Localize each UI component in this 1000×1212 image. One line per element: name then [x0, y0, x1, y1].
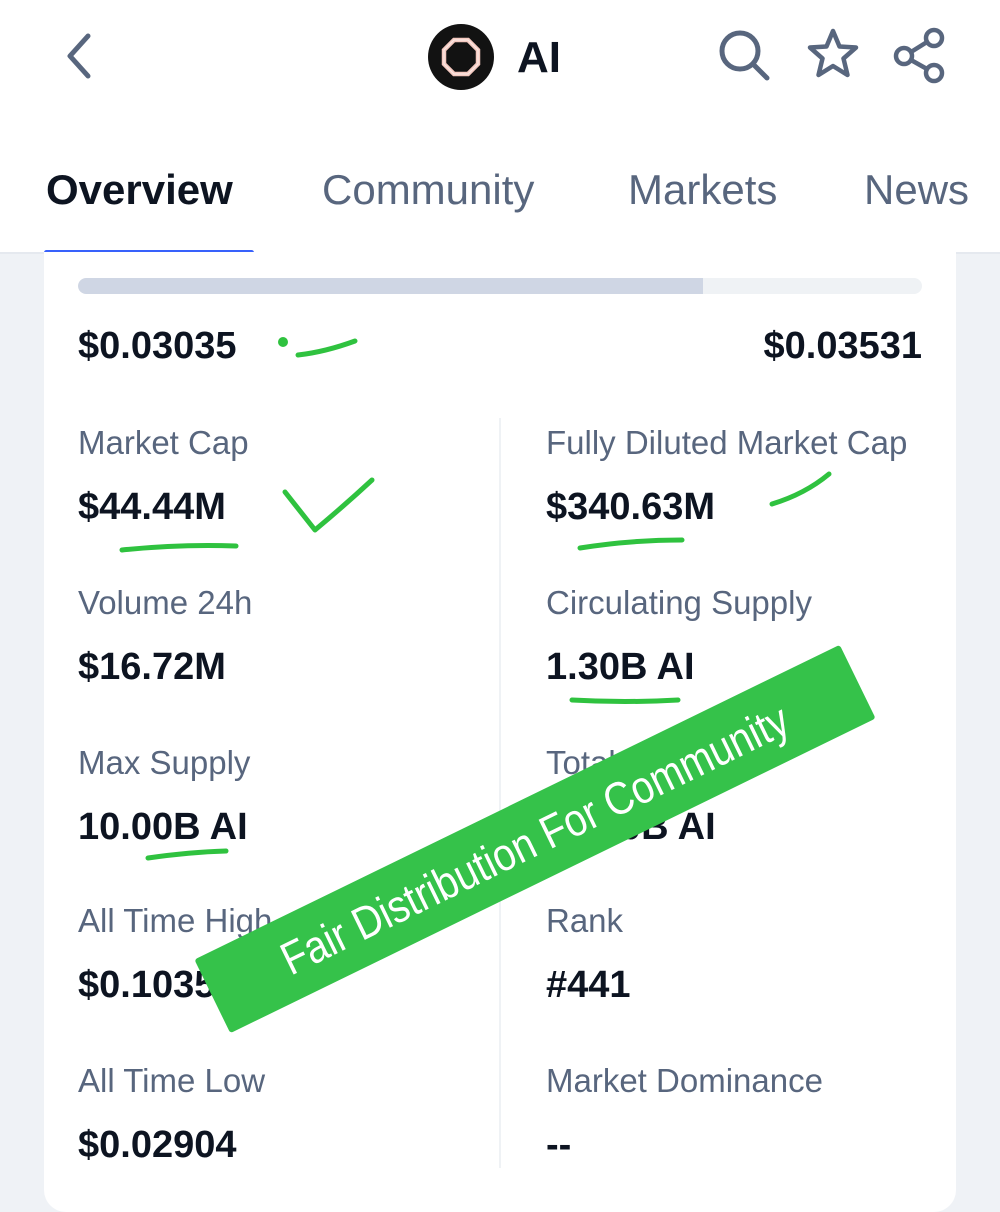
search-icon[interactable]: [715, 26, 773, 84]
coin-logo-icon: [428, 24, 494, 90]
price-range-fill: [78, 278, 703, 294]
price-range-bar: [78, 278, 922, 294]
coin-symbol: AI: [517, 33, 561, 82]
price-range-low: $0.03035: [78, 325, 237, 367]
market-cap-value: $44.44M: [78, 486, 226, 528]
circulating-supply-value: 1.30B AI: [546, 646, 695, 688]
tab-overview[interactable]: Overview: [46, 164, 233, 216]
market-cap-label: Market Cap: [78, 424, 249, 461]
back-icon[interactable]: [58, 30, 102, 82]
rank-label: Rank: [546, 902, 624, 939]
circulating-supply-label: Circulating Supply: [546, 584, 812, 621]
tab-markets[interactable]: Markets: [628, 164, 777, 216]
market-dominance-value: --: [546, 1124, 572, 1166]
all-time-low-label: All Time Low: [78, 1062, 266, 1099]
fdv-label: Fully Diluted Market Cap: [546, 424, 908, 461]
top-bar: AI: [0, 0, 1000, 120]
market-dominance-label: Market Dominance: [546, 1062, 823, 1099]
max-supply-value: 10.00B AI: [78, 806, 248, 848]
rank-value: #441: [546, 964, 631, 1006]
all-time-low-value: $0.02904: [78, 1124, 237, 1166]
tab-community[interactable]: Community: [322, 164, 534, 216]
star-icon[interactable]: [804, 26, 862, 84]
tab-news[interactable]: News: [864, 164, 969, 216]
max-supply-label: Max Supply: [78, 744, 251, 781]
all-time-high-value: $0.1035: [78, 964, 216, 1006]
tab-bar: Overview Community Markets News: [0, 120, 1000, 255]
price-range-high: $0.03531: [763, 325, 923, 367]
volume-24h-label: Volume 24h: [78, 584, 253, 621]
volume-24h-value: $16.72M: [78, 646, 226, 688]
column-divider: [499, 418, 501, 1168]
share-icon[interactable]: [890, 26, 948, 84]
fdv-value: $340.63M: [546, 486, 716, 528]
